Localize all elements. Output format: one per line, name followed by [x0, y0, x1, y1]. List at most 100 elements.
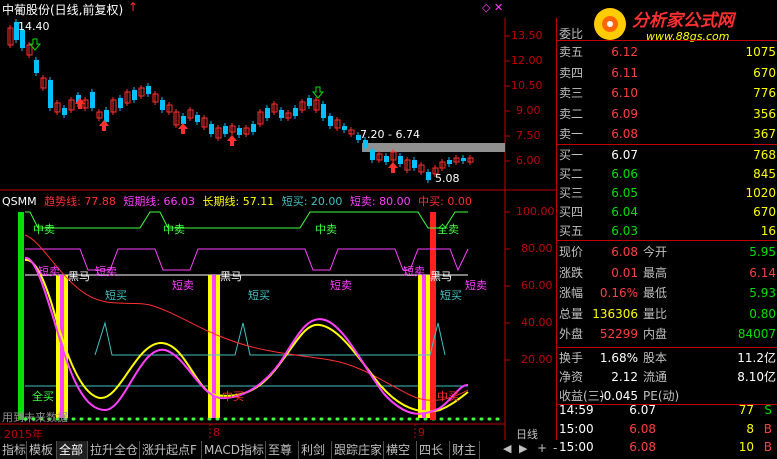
- bid-row: 买四 6.04 670: [557, 202, 777, 223]
- quote-panel: 委比 卖五 6.12 1075 卖四 6.11 670 卖三 6.10 776 卖二 6.09 356…: [556, 18, 777, 454]
- tab-2[interactable]: 模板: [27, 441, 57, 459]
- bid-row: 买一 6.07 768: [557, 145, 777, 166]
- candle-body: [363, 140, 368, 148]
- price-y-label: 6.00: [516, 154, 541, 167]
- short-sell-label: 短卖: [38, 265, 60, 278]
- tab-7[interactable]: 至尊: [266, 441, 299, 459]
- ask-label: 卖三: [559, 86, 584, 100]
- stat-value: 136306: [592, 306, 638, 321]
- price-range-band: [362, 143, 505, 152]
- stat-value: 6.08: [611, 245, 638, 259]
- short-buy-label: 短买: [105, 289, 127, 302]
- next-icon[interactable]: ▶: [519, 442, 527, 455]
- candle-body: [181, 116, 186, 124]
- ask-row: 卖四 6.11 670: [557, 63, 777, 84]
- bid-price: 6.07: [611, 148, 638, 162]
- short-buy-label: 短买: [248, 289, 270, 302]
- bid-label: 买五: [559, 224, 584, 238]
- stat2-value: 2.12: [611, 370, 638, 384]
- candle-body: [195, 115, 200, 122]
- short-sell-label: 短卖: [465, 279, 487, 292]
- ask-label: 卖一: [559, 127, 584, 141]
- candle-body: [104, 110, 109, 122]
- stat-value: 84007: [737, 327, 776, 341]
- full-sell-bar: [430, 212, 436, 420]
- short-sell-label: 短卖: [172, 279, 194, 292]
- bid-label: 买四: [559, 205, 584, 219]
- ask-price: 6.08: [611, 127, 638, 141]
- ask-volume: 776: [753, 86, 776, 100]
- bid-row: 买二 6.06 845: [557, 164, 777, 185]
- candle-body: [118, 98, 123, 108]
- low-price-label: 5.08: [435, 172, 460, 185]
- candle-body: [342, 126, 347, 130]
- ask-volume: 367: [753, 127, 776, 141]
- tab-9[interactable]: 跟踪庄家: [332, 441, 384, 459]
- bid-price: 6.03: [611, 224, 638, 238]
- ind-y-label: 40.00: [521, 316, 553, 329]
- ask-row: 卖五 6.12 1075: [557, 42, 777, 63]
- stat-label: 涨幅: [559, 286, 584, 300]
- ask-volume: 1075: [745, 45, 776, 59]
- bid-volume: 1020: [745, 186, 776, 200]
- candle-body: [146, 86, 151, 94]
- candle-body: [251, 124, 256, 132]
- dark-horse-label: 黑马: [68, 270, 90, 283]
- candle-body: [384, 156, 389, 162]
- indicator-legend: QSMM 趋势线: 77.88 短期线: 66.03 长期线: 57.11 短买…: [2, 193, 476, 209]
- tab-6[interactable]: MACD指标: [202, 441, 266, 459]
- all-buy-label: 全买: [32, 390, 54, 403]
- tab-1[interactable]: 指标: [0, 441, 27, 459]
- tab-3[interactable]: 全部: [57, 441, 88, 459]
- tab-4[interactable]: 拉升全仓: [88, 441, 140, 459]
- stat-label: 最低: [643, 286, 668, 300]
- price-y-label: 10.50: [511, 79, 543, 92]
- stat-label: 最高: [643, 265, 668, 280]
- tab-11[interactable]: 四长: [417, 441, 450, 459]
- all-sell-label: 全卖: [437, 223, 459, 236]
- mid-sell-step-line: [25, 211, 468, 229]
- ask-row: 卖二 6.09 356: [557, 104, 777, 125]
- stat-value: 52299: [599, 327, 638, 341]
- mid-sell-label: 中卖: [33, 223, 55, 236]
- price-y-label: 13.50: [511, 29, 543, 42]
- ask-label: 卖四: [559, 65, 584, 80]
- candle-body: [321, 104, 326, 118]
- stat-label: 量比: [643, 306, 668, 321]
- close-icon[interactable]: ✕: [494, 1, 503, 14]
- trend-line: [24, 234, 469, 401]
- legend-short-buy: 短买: 20.00: [281, 195, 343, 208]
- tab-8[interactable]: 利剑: [299, 441, 332, 459]
- bid-price: 6.04: [611, 205, 638, 219]
- chart-svg[interactable]: [0, 0, 556, 440]
- candle-body: [412, 160, 417, 168]
- ask-price: 6.12: [611, 45, 638, 59]
- candle-body: [461, 158, 466, 161]
- ask-volume: 356: [753, 106, 776, 121]
- chart-area[interactable]: 中葡股份(日线,前复权) ↑ ◇ ✕ 14.40 5.08 7.20 - 6.7…: [0, 0, 556, 442]
- tab-12[interactable]: 财主: [450, 441, 480, 459]
- prev-icon[interactable]: ◀: [503, 442, 511, 455]
- up-arrow-icon[interactable]: ↑: [128, 0, 138, 14]
- mid-buy-label: 中买: [222, 390, 244, 403]
- short-sell-label: 短卖: [403, 265, 425, 278]
- ask-row: 卖一 6.08 367: [557, 124, 777, 145]
- diamond-icon[interactable]: ◇: [482, 1, 490, 14]
- period-label[interactable]: 日线: [516, 426, 538, 442]
- tab-10[interactable]: 横空: [384, 441, 417, 459]
- stat-row: 总量 136306 量比 0.80: [557, 304, 777, 325]
- ask-label: 卖五: [559, 45, 584, 59]
- candle-body: [62, 108, 67, 115]
- stat-label: 涨跌: [559, 265, 584, 280]
- zoom-in-icon[interactable]: +: [537, 441, 547, 455]
- candle-body: [132, 90, 137, 100]
- tab-5[interactable]: 涨升起点F: [140, 441, 202, 459]
- ask-price: 6.11: [611, 65, 638, 80]
- ind-y-label: 20.00: [521, 353, 553, 366]
- stat2-value: 1.68%: [599, 351, 638, 365]
- legend-trend: 趋势线: 77.88: [44, 195, 116, 208]
- zoom-out-icon[interactable]: -: [553, 441, 557, 455]
- stat2-label: 流通: [643, 370, 668, 384]
- legend-short: 短期线: 66.03: [123, 195, 196, 208]
- legend-mid-buy: 中买: 0.00: [418, 195, 472, 208]
